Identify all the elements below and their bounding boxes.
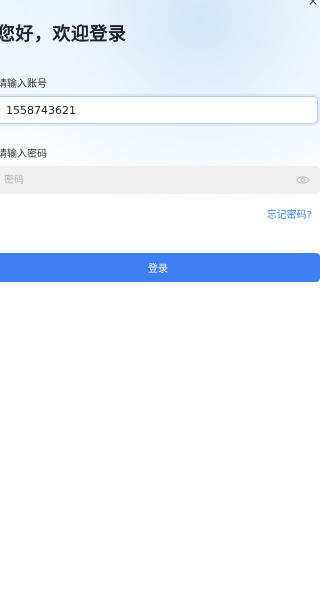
login-button[interactable]: 登录 [0,253,320,282]
login-screen: × 您好，欢迎登录 请输入账号 请输入密码 忘记密码? 登录 [0,0,320,594]
account-label: 请输入账号 [0,79,47,90]
password-input[interactable] [4,166,274,194]
close-icon[interactable]: × [308,0,318,8]
account-input[interactable] [6,97,296,123]
eye-icon[interactable] [296,174,310,186]
password-label: 请输入密码 [0,149,47,160]
password-field[interactable] [0,166,320,194]
account-field[interactable] [0,96,318,124]
forgot-password-link[interactable]: 忘记密码? [267,206,312,221]
page-title: 您好，欢迎登录 [0,24,127,45]
